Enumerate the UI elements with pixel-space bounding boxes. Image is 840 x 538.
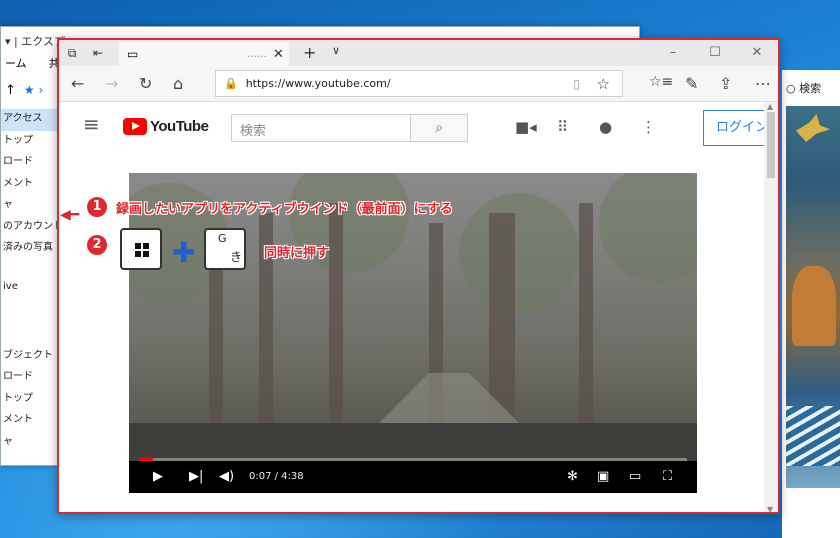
nav-item[interactable]: 済みの写真	[1, 238, 61, 260]
windows-logo-icon	[135, 243, 149, 257]
time-display: 0:07 / 4:38	[249, 471, 304, 482]
maximize-button[interactable]: ☐	[694, 40, 736, 66]
reading-view-icon[interactable]: ▯	[573, 77, 580, 91]
nav-item[interactable]: アクセス	[1, 109, 61, 131]
nav-item[interactable]: ロード	[1, 152, 61, 174]
settings-gear-icon[interactable]: ✻	[567, 469, 578, 484]
up-arrow-icon[interactable]: ↑	[5, 83, 16, 98]
favorite-star-icon[interactable]: ☆	[597, 75, 610, 93]
step2-number: 2	[87, 235, 107, 255]
nav-item[interactable]: ャ	[1, 195, 61, 217]
video-foliage	[599, 173, 697, 283]
upload-video-icon[interactable]: ■◂	[515, 118, 537, 136]
tab-preview-chevron-icon[interactable]: ∨	[332, 44, 340, 57]
scroll-up-icon[interactable]: ▲	[767, 102, 773, 111]
forward-arrow-icon[interactable]: →	[105, 74, 118, 93]
tab-actions-icon[interactable]: ⧉	[59, 46, 85, 61]
step1-number: 1	[87, 197, 107, 217]
step1-text: 録画したいアプリをアクティブウインド（最前面）にする	[116, 202, 453, 217]
nav-item	[1, 260, 61, 282]
nav-item[interactable]: メント	[1, 174, 61, 196]
nav-item[interactable]: トップ	[1, 131, 61, 153]
nav-item[interactable]: ive	[1, 281, 61, 303]
more-menu-icon[interactable]: ⋯	[755, 74, 771, 93]
set-aside-tabs-icon[interactable]: ⇤	[85, 46, 111, 60]
fullscreen-icon[interactable]: ⛶	[663, 469, 672, 484]
browser-tab[interactable]: ▭ …… ✕	[119, 42, 289, 66]
new-tab-icon[interactable]: +	[303, 43, 316, 62]
nav-item	[1, 303, 61, 325]
play-icon[interactable]: ▶	[153, 469, 163, 484]
nav-item[interactable]: ャ	[1, 432, 61, 454]
nav-item[interactable]: ブジェクト	[1, 346, 61, 368]
address-bar[interactable]: 🔒 https://www.youtube.com/ ▯ ☆	[215, 70, 623, 97]
youtube-header: ≡ YouTube 検索 ⌕ ■◂ ⠿ ● ⋮ ログイン	[59, 102, 778, 154]
pen-icon[interactable]: ✎	[685, 74, 698, 93]
youtube-search-button[interactable]: ⌕	[410, 114, 468, 142]
nav-item[interactable]: ロード	[1, 367, 61, 389]
page-icon: ▭	[127, 47, 139, 61]
settings-kebab-icon[interactable]: ⋮	[641, 118, 656, 136]
video-player[interactable]: ▶ ▶| ◀) 0:07 / 4:38 ✻ ▣ ▭ ⛶	[129, 173, 697, 493]
player-controls: ▶ ▶| ◀) 0:07 / 4:38 ✻ ▣ ▭ ⛶	[129, 461, 697, 493]
window-controls: – ☐ ✕	[652, 40, 778, 66]
quick-access-pin-icon: ★ ›	[23, 83, 44, 97]
lock-icon: 🔒	[224, 77, 238, 90]
g-key-letter: G	[218, 232, 227, 245]
refresh-icon[interactable]: ↻	[139, 74, 152, 93]
next-icon[interactable]: ▶|	[189, 469, 203, 484]
scroll-down-icon[interactable]: ▼	[767, 505, 773, 512]
video-foliage	[459, 193, 579, 313]
volume-icon[interactable]: ◀)	[219, 469, 234, 484]
youtube-logo[interactable]: YouTube	[123, 118, 209, 135]
favorites-list-icon[interactable]: ☆≡	[649, 74, 673, 90]
miniplayer-icon[interactable]: ▣	[597, 469, 609, 484]
video-tree-trunk	[579, 203, 593, 433]
edge-browser-window[interactable]: ⧉ ⇤ ▭ …… ✕ + ∨ – ☐ ✕ ← → ↻ ⌂ 🔒 https://w…	[57, 38, 780, 514]
messages-icon[interactable]: ●	[599, 118, 612, 136]
annotation-arrow-icon: ◀━	[60, 207, 80, 223]
page-scrollbar[interactable]: ▲ ▼	[764, 102, 778, 512]
waves-pattern	[786, 406, 840, 466]
minimize-button[interactable]: –	[652, 40, 694, 66]
search-icon: ○	[786, 82, 800, 95]
youtube-play-logo-icon	[123, 118, 147, 135]
background-search[interactable]: ○ 検索	[786, 80, 821, 96]
nav-item	[1, 324, 61, 346]
hamburger-menu-icon[interactable]: ≡	[83, 112, 100, 136]
creature-figure	[792, 266, 836, 346]
tab-bar: ⧉ ⇤ ▭ …… ✕ + ∨ – ☐ ✕	[59, 40, 778, 66]
background-search-label: 検索	[799, 82, 822, 95]
g-key: G き	[204, 228, 246, 270]
nav-item[interactable]: トップ	[1, 389, 61, 411]
back-arrow-icon[interactable]: ←	[71, 74, 84, 93]
background-image	[786, 106, 840, 488]
video-tree-trunk	[329, 203, 343, 433]
nav-item[interactable]: のアカウントの	[1, 217, 61, 239]
youtube-logo-text: YouTube	[150, 118, 209, 135]
g-key-kana: き	[230, 250, 243, 264]
share-icon[interactable]: ⇪	[719, 74, 732, 93]
step2-text: 同時に押す	[264, 246, 330, 261]
navigation-bar: ← → ↻ ⌂ 🔒 https://www.youtube.com/ ▯ ☆ ☆…	[59, 66, 778, 102]
scroll-thumb[interactable]	[767, 112, 775, 178]
windows-key	[120, 228, 162, 270]
tab-close-icon[interactable]: ✕	[273, 47, 289, 62]
apps-grid-icon[interactable]: ⠿	[557, 118, 568, 136]
nav-item[interactable]: メント	[1, 410, 61, 432]
youtube-search-input[interactable]: 検索	[231, 114, 411, 142]
url-text: https://www.youtube.com/	[245, 77, 391, 90]
theater-mode-icon[interactable]: ▭	[629, 469, 641, 484]
close-button[interactable]: ✕	[736, 40, 778, 66]
plus-icon: ✚	[172, 236, 196, 269]
tab-title: ……	[247, 48, 267, 60]
ribbon-tab-home[interactable]: ーム	[5, 55, 27, 73]
bird-figure	[796, 114, 830, 142]
home-icon[interactable]: ⌂	[173, 74, 183, 93]
